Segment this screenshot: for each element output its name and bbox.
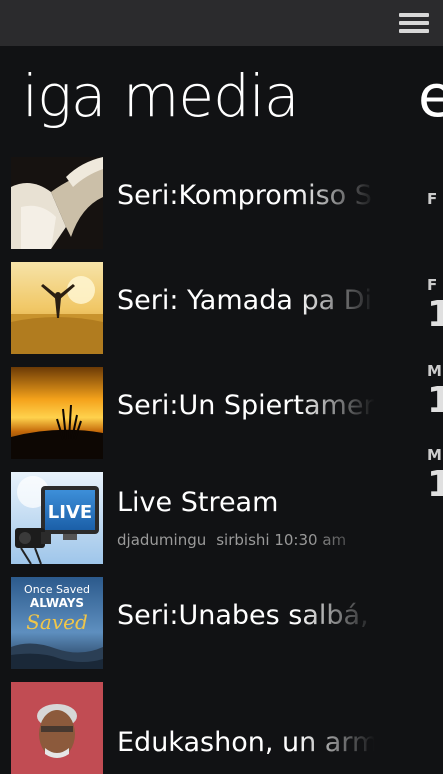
peek-day-label: F	[427, 276, 438, 294]
svg-text:LIVE: LIVE	[48, 502, 92, 523]
media-item-subtitle: djadumingu sirbishi 10:30 am	[117, 531, 375, 549]
peek-day-label: M	[427, 362, 442, 380]
live-tv-camera-image: LIVE	[11, 472, 103, 564]
media-item[interactable]: Seri:Kompromiso S	[0, 155, 390, 249]
media-item-title: Seri:Kompromiso S	[117, 180, 372, 211]
media-item-title: Seri:Un Spiertamer	[117, 390, 375, 421]
peek-date-number: 1	[427, 380, 443, 421]
media-item[interactable]: Once Saved ALWAYS Saved Seri:Unabes salb…	[0, 575, 390, 669]
peek-day-label: M	[427, 446, 442, 464]
peek-date-number: 1	[427, 464, 443, 505]
app-bar	[0, 0, 443, 46]
pivot-next-title-peek[interactable]: e	[418, 58, 443, 134]
subtitle-day: djadumingu	[117, 531, 207, 549]
thumb-text-always: ALWAYS	[30, 596, 84, 610]
sunset-grass-image	[11, 367, 103, 459]
media-item-title: Edukashon, un arm	[117, 727, 375, 758]
media-item-title: Seri:Unabes salbá,	[117, 600, 369, 631]
speaker-portrait-image	[11, 682, 103, 774]
media-item-title: Seri: Yamada pa Di	[117, 285, 373, 316]
thumb-text-saved: Saved	[26, 610, 88, 634]
peek-day-label: F	[427, 190, 438, 208]
wheat-field-sunrise-image	[11, 262, 103, 354]
hamburger-menu-icon[interactable]	[399, 12, 431, 34]
media-item-title: Live Stream	[117, 487, 279, 518]
pivot-title: iga media	[22, 62, 300, 130]
once-saved-always-saved-image: Once Saved ALWAYS Saved	[11, 577, 103, 669]
media-item[interactable]: Seri: Yamada pa Di	[0, 260, 390, 354]
media-item[interactable]: Seri:Un Spiertamer	[0, 365, 390, 459]
thumb-text-once-saved: Once Saved	[24, 583, 90, 596]
media-item[interactable]: Edukashon, un arm	[0, 680, 390, 774]
bible-hands-image	[11, 157, 103, 249]
peek-date-number: 1	[427, 294, 443, 335]
subtitle-time: sirbishi 10:30 am	[216, 531, 347, 549]
